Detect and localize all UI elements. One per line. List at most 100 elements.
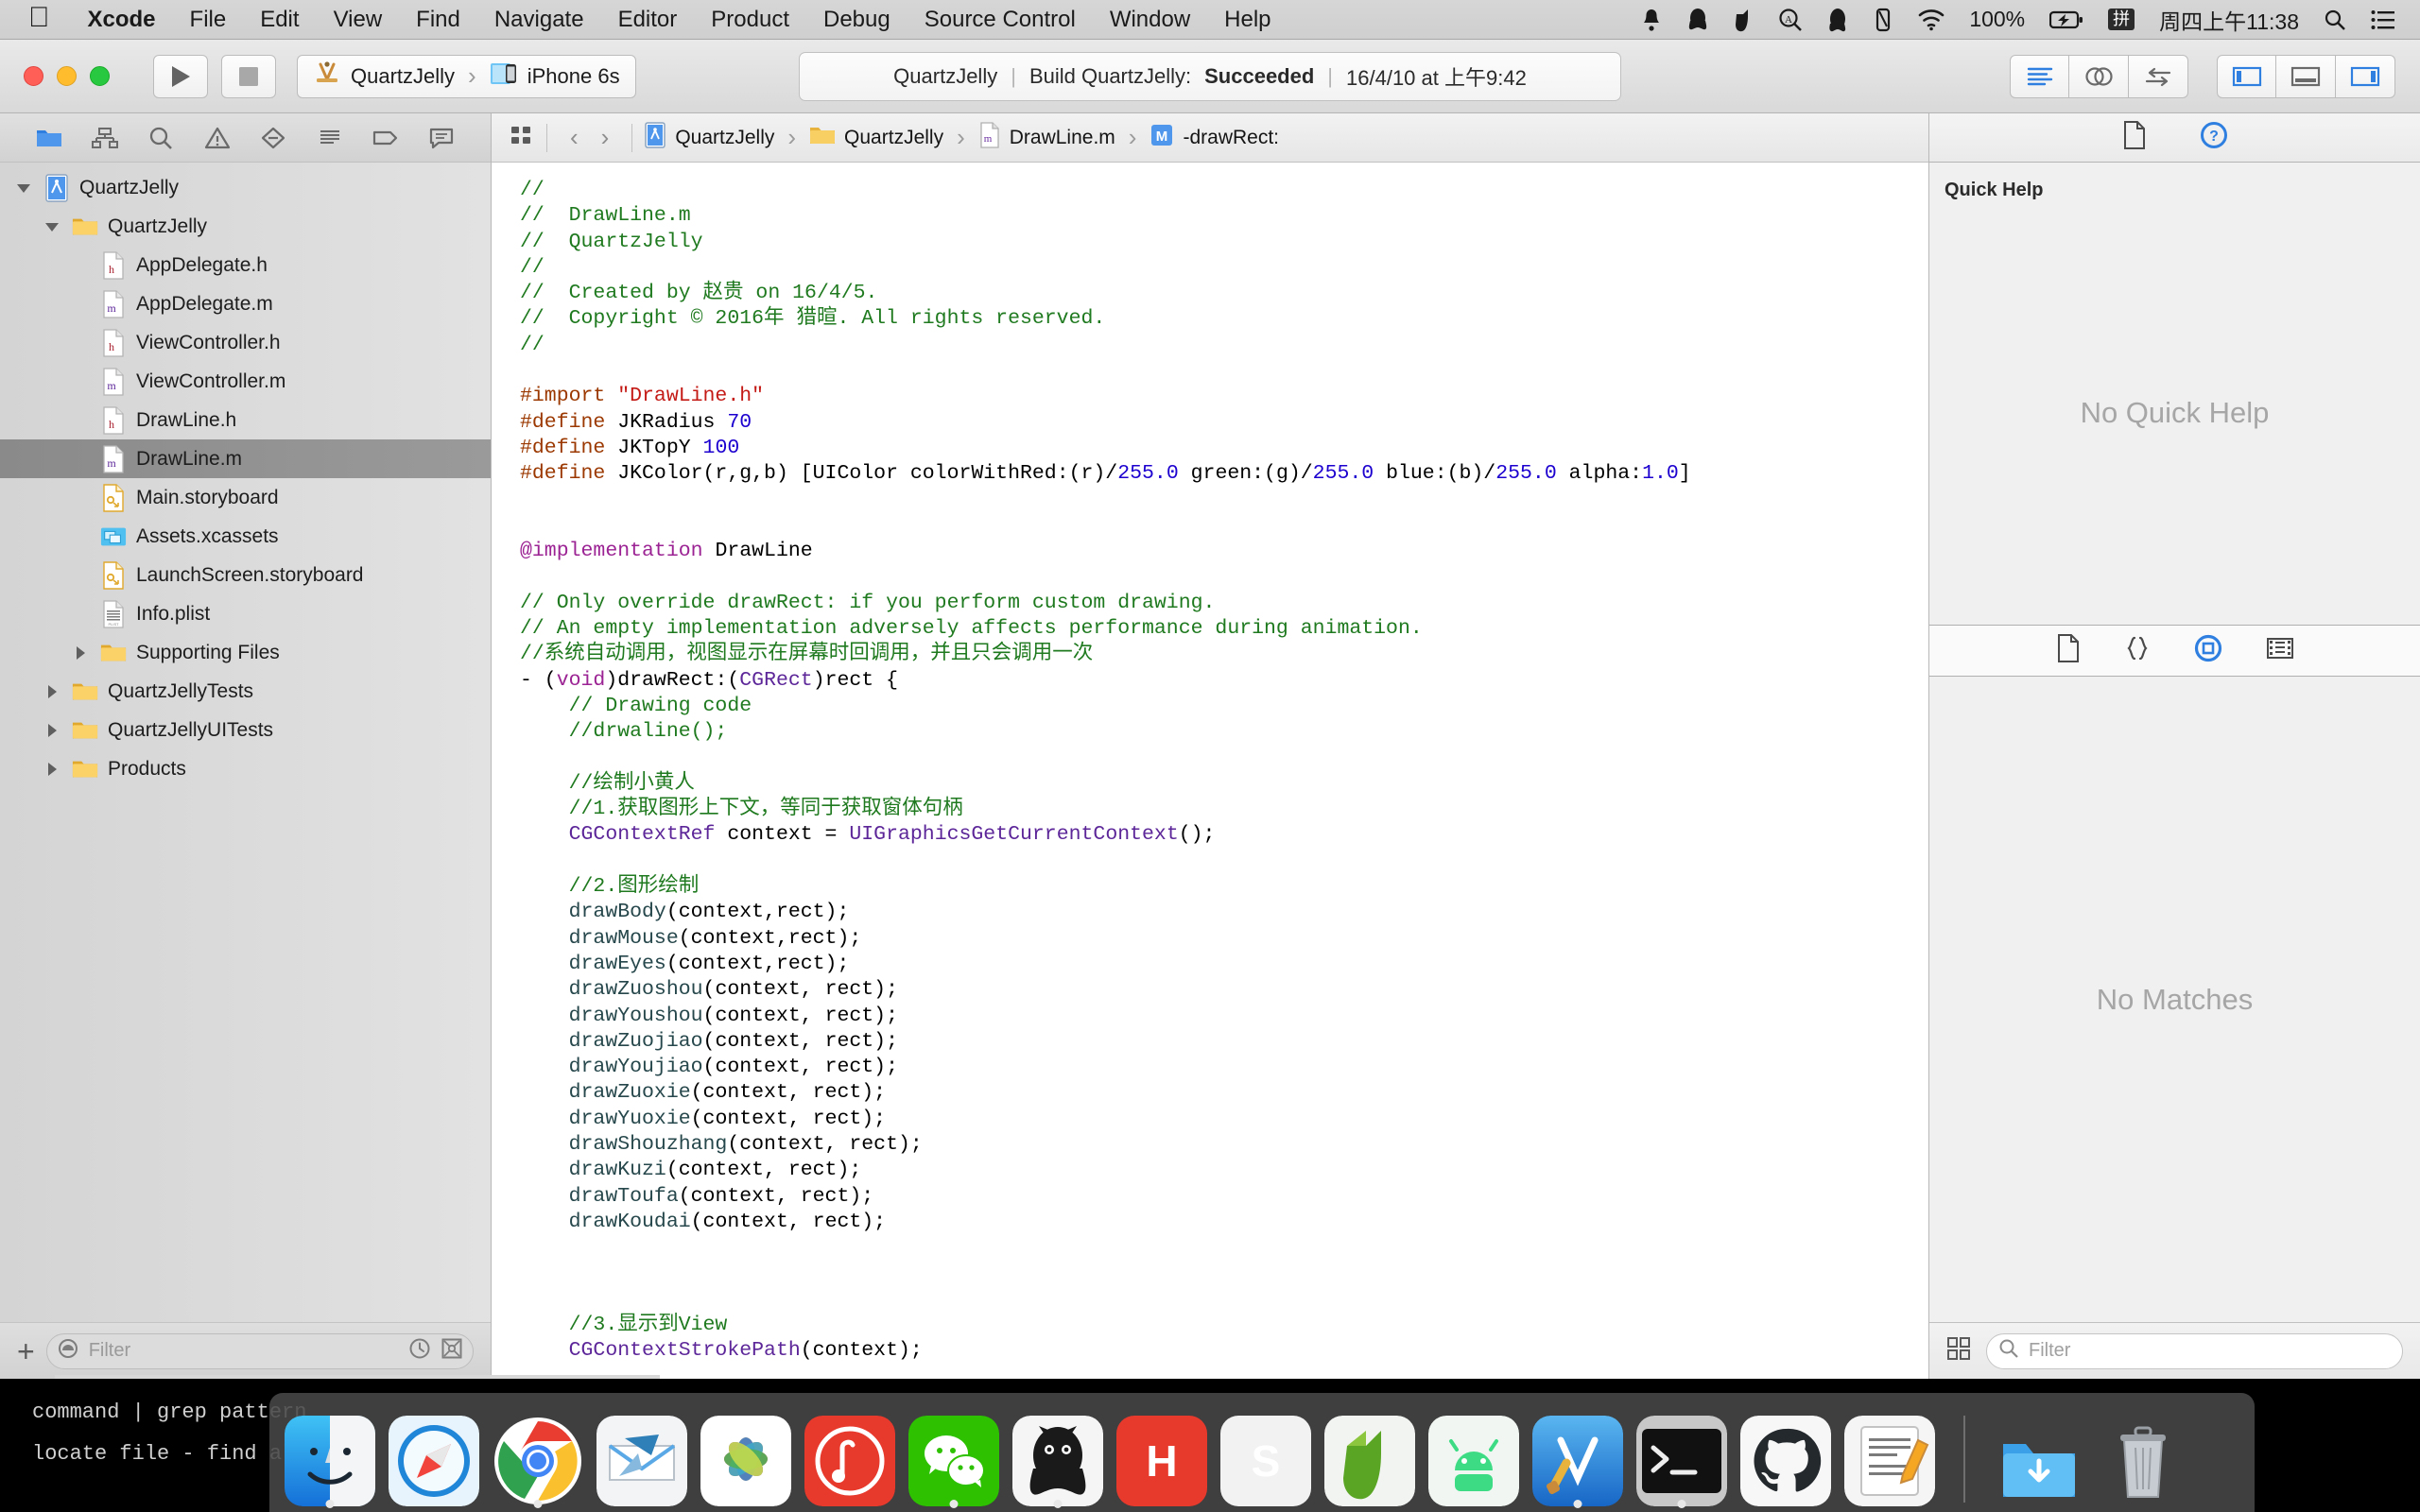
search-icon[interactable] [2324, 9, 2346, 31]
close-window-button[interactable] [24, 66, 43, 86]
project-navigator-icon[interactable] [32, 122, 66, 154]
issue-navigator-icon[interactable] [200, 122, 234, 154]
recent-filter-icon[interactable] [57, 1337, 79, 1366]
activity-status-bar[interactable]: QuartzJelly | Build QuartzJelly: Succeed… [799, 51, 1621, 101]
code-snippet-library-icon[interactable] [2124, 635, 2151, 666]
breadcrumb-item-symbol[interactable]: M -drawRect: [1150, 123, 1279, 153]
file-template-library-icon[interactable] [2056, 634, 2081, 667]
assistant-editor-icon[interactable] [2069, 54, 2129, 98]
penguin-icon[interactable] [1827, 8, 1848, 32]
standard-editor-icon[interactable] [2010, 54, 2069, 98]
xcode-dock-icon[interactable] [1532, 1400, 1623, 1508]
file-tree-row-appdelegate-m[interactable]: m AppDelegate.m [0, 284, 491, 323]
menu-item-xcode[interactable]: Xcode [71, 7, 173, 33]
file-tree-row-assets-xcassets[interactable]: Assets.xcassets [0, 517, 491, 556]
breakpoint-navigator-icon[interactable] [369, 122, 403, 154]
file-tree-row-quartzjellytests[interactable]: QuartzJellyTests [0, 672, 491, 711]
menu-item-product[interactable]: Product [694, 7, 806, 33]
qq-dock-icon[interactable] [1012, 1400, 1103, 1508]
disclosure-triangle-collapsed-icon[interactable] [42, 759, 62, 780]
stop-button[interactable] [221, 54, 276, 98]
breadcrumb-item-file[interactable]: m DrawLine.m [978, 121, 1115, 154]
file-tree-row-quartzjelly[interactable]: QuartzJelly [0, 168, 491, 207]
library-filter-field[interactable]: Filter [1986, 1332, 2403, 1369]
notification-center-icon[interactable] [2371, 9, 2395, 30]
file-tree-row-appdelegate-h[interactable]: h AppDelegate.h [0, 246, 491, 284]
highlight-dock-icon[interactable]: H [1116, 1400, 1207, 1506]
menu-item-source-control[interactable]: Source Control [908, 7, 1093, 33]
menu-item-navigate[interactable]: Navigate [477, 7, 601, 33]
test-navigator-icon[interactable] [256, 122, 290, 154]
chevron-right-icon[interactable]: › [601, 123, 610, 152]
source-control-filter-icon[interactable] [441, 1337, 463, 1366]
debug-navigator-icon[interactable] [313, 122, 347, 154]
menu-item-editor[interactable]: Editor [601, 7, 695, 33]
menu-item-edit[interactable]: Edit [243, 7, 316, 33]
pages-dock-icon[interactable] [1844, 1400, 1935, 1506]
photos-dock-icon[interactable] [700, 1400, 791, 1506]
wechat-dock-icon[interactable] [908, 1400, 999, 1508]
related-items-icon[interactable] [509, 123, 535, 153]
file-tree-row-drawline-h[interactable]: h DrawLine.h [0, 401, 491, 439]
object-library-icon[interactable] [2194, 634, 2222, 667]
disclosure-triangle-collapsed-icon[interactable] [42, 720, 62, 741]
menu-item-view[interactable]: View [317, 7, 400, 33]
chrome-dock-icon[interactable] [493, 1400, 583, 1508]
file-tree-row-supporting-files[interactable]: Supporting Files [0, 633, 491, 672]
netease-music-dock-icon[interactable] [804, 1400, 895, 1506]
menu-item-window[interactable]: Window [1093, 7, 1207, 33]
disclosure-triangle-collapsed-icon[interactable] [70, 643, 91, 663]
input-method-indicator[interactable]: 拼 [2108, 8, 2135, 31]
zoom-window-button[interactable] [90, 66, 110, 86]
menu-bar-clock[interactable]: 周四上午11:38 [2159, 4, 2299, 36]
breadcrumb-item-group[interactable]: QuartzJelly [809, 124, 943, 152]
file-tree-row-quartzjelly[interactable]: QuartzJelly [0, 207, 491, 246]
navigator-filter-field[interactable]: Filter [45, 1332, 474, 1369]
file-inspector-icon[interactable] [2122, 121, 2147, 154]
disclosure-triangle-expanded-icon[interactable] [42, 216, 62, 237]
breadcrumb-item-project[interactable]: QuartzJelly [644, 121, 774, 154]
evernote-icon[interactable] [1733, 8, 1754, 32]
trash-dock-icon[interactable] [2098, 1400, 2188, 1506]
version-editor-icon[interactable] [2129, 54, 2188, 98]
clock-icon[interactable] [408, 1337, 431, 1366]
android-studio-dock-icon[interactable] [1428, 1400, 1519, 1506]
apple-logo-icon[interactable]:  [21, 3, 71, 36]
menu-item-help[interactable]: Help [1207, 7, 1288, 33]
mail-dock-icon[interactable] [596, 1400, 687, 1506]
file-tree-row-products[interactable]: Products [0, 749, 491, 788]
disclosure-triangle-expanded-icon[interactable] [13, 178, 34, 198]
wifi-icon[interactable] [1918, 9, 1945, 31]
qq-icon[interactable] [1687, 8, 1708, 32]
file-tree-row-main-storyboard[interactable]: Main.storyboard [0, 478, 491, 517]
bell-icon[interactable] [1640, 8, 1663, 32]
safari-dock-icon[interactable] [389, 1400, 479, 1506]
menu-item-find[interactable]: Find [399, 7, 477, 33]
file-tree-row-launchscreen-storyboard[interactable]: LaunchScreen.storyboard [0, 556, 491, 594]
symbol-navigator-icon[interactable] [88, 122, 122, 154]
file-tree-row-viewcontroller-m[interactable]: m ViewController.m [0, 362, 491, 401]
project-file-tree[interactable]: QuartzJelly QuartzJelly h AppDelegate.h m App… [0, 163, 491, 1322]
file-tree-row-info-plist[interactable]: PLIST Info.plist [0, 594, 491, 633]
file-tree-row-quartzjellyuitests[interactable]: QuartzJellyUITests [0, 711, 491, 749]
terminal-dock-icon[interactable] [1636, 1400, 1727, 1508]
scheme-selector[interactable]: QuartzJelly › iPhone 6s [297, 54, 636, 98]
menu-item-debug[interactable]: Debug [806, 7, 908, 33]
chevron-left-icon[interactable]: ‹ [570, 123, 579, 152]
battery-charging-icon[interactable] [2049, 9, 2083, 30]
github-desktop-dock-icon[interactable] [1740, 1400, 1831, 1506]
find-navigator-icon[interactable] [144, 122, 178, 154]
alfred-icon[interactable]: A [1778, 8, 1803, 32]
source-code-editor[interactable]: //// DrawLine.m// QuartzJelly//// Create… [492, 163, 1928, 1379]
utilities-toggle-icon[interactable] [2336, 54, 2395, 98]
sublime-dock-icon[interactable]: S [1220, 1400, 1311, 1506]
quick-help-inspector-icon[interactable]: ? [2200, 121, 2228, 154]
downloads-stack-icon[interactable] [1994, 1400, 2084, 1506]
finder-dock-icon[interactable] [285, 1400, 375, 1508]
file-tree-row-viewcontroller-h[interactable]: h ViewController.h [0, 323, 491, 362]
file-tree-row-drawline-m[interactable]: m DrawLine.m [0, 439, 491, 478]
report-navigator-icon[interactable] [424, 122, 458, 154]
menu-item-file[interactable]: File [173, 7, 244, 33]
evernote-dock-icon[interactable] [1324, 1400, 1415, 1506]
disclosure-triangle-collapsed-icon[interactable] [42, 681, 62, 702]
